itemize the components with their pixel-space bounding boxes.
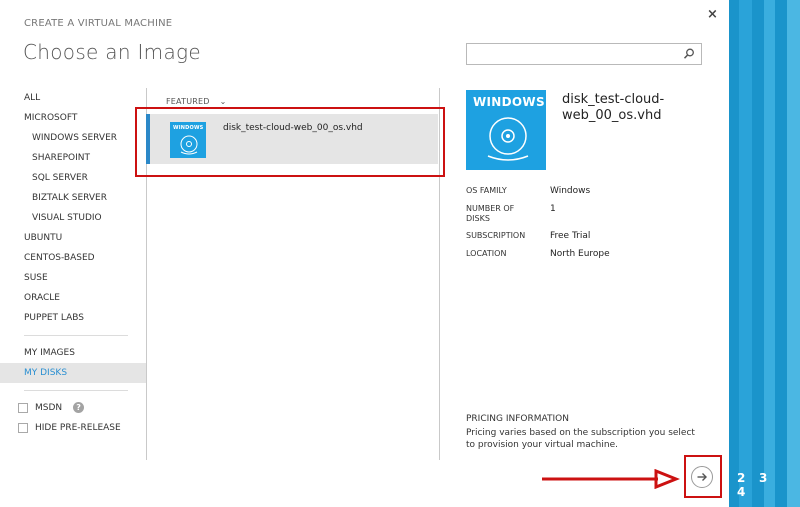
property-value: Free Trial [550, 231, 591, 241]
pricing-text: Pricing varies based on the subscription… [466, 428, 695, 450]
tile-label: WINDOWS [473, 95, 545, 109]
sidebar-divider [24, 335, 128, 336]
sort-label: FEATURED [166, 97, 210, 106]
hide-prerelease-label: HIDE PRE-RELEASE [35, 423, 121, 433]
sidebar-item-all[interactable]: ALL [0, 88, 146, 108]
sidebar-item-sharepoint[interactable]: SHAREPOINT [0, 148, 146, 168]
sidebar-item-my-disks[interactable]: MY DISKS [0, 363, 146, 383]
detail-image-name: disk_test-cloud-web_00_os.vhd [562, 92, 665, 123]
property-key: LOCATION [466, 249, 507, 258]
chevron-down-icon: ⌄ [219, 97, 227, 106]
detail-image-tile: WINDOWS [466, 90, 546, 170]
msdn-label: MSDN [35, 403, 63, 413]
property-key: NUMBER OF DISKS [466, 204, 515, 223]
property-row: LOCATION North Europe [466, 249, 696, 267]
sidebar-item-microsoft[interactable]: MICROSOFT [0, 108, 146, 128]
wizard-step-2[interactable]: 2 [737, 471, 759, 485]
image-properties: OS FAMILY Windows NUMBER OF DISKS 1 SUBS… [466, 186, 696, 267]
sidebar-item-sql-server[interactable]: SQL SERVER [0, 168, 146, 188]
property-row: SUBSCRIPTION Free Trial [466, 231, 696, 249]
search-input[interactable] [471, 45, 680, 66]
sidebar-item-windows-server[interactable]: WINDOWS SERVER [0, 128, 146, 148]
msdn-checkbox[interactable] [18, 403, 28, 413]
property-value: North Europe [550, 249, 610, 259]
property-row: NUMBER OF DISKS 1 [466, 204, 696, 231]
property-key: SUBSCRIPTION [466, 231, 526, 240]
property-key: OS FAMILY [466, 186, 507, 195]
pricing-title: PRICING INFORMATION [466, 414, 569, 424]
wizard-step-4[interactable]: 4 [737, 485, 759, 499]
wizard-steps-panel [729, 0, 800, 507]
sidebar-item-suse[interactable]: SUSE [0, 268, 146, 288]
property-value: 1 [550, 204, 556, 214]
panel-stripe [764, 0, 775, 507]
hide-prerelease-checkbox[interactable] [18, 423, 28, 433]
panel-stripe [787, 0, 800, 507]
sidebar-divider [24, 390, 128, 391]
close-icon: × [707, 7, 718, 22]
sidebar-item-centos-based[interactable]: CENTOS-BASED [0, 248, 146, 268]
sidebar-item-my-images[interactable]: MY IMAGES [0, 343, 146, 363]
category-sidebar: ALL MICROSOFT WINDOWS SERVER SHAREPOINT … [0, 88, 146, 438]
sidebar-item-puppet-labs[interactable]: PUPPET LABS [0, 308, 146, 328]
highlight-box [684, 455, 722, 498]
sidebar-item-ubuntu[interactable]: UBUNTU [0, 228, 146, 248]
panel-stripe [739, 0, 752, 507]
highlight-box [135, 107, 445, 177]
hide-prerelease-filter[interactable]: HIDE PRE-RELEASE [0, 418, 146, 438]
page-title: Choose an Image [23, 40, 201, 64]
disk-icon [487, 117, 529, 161]
wizard-step-numbers: 2 34 [737, 471, 800, 499]
sort-dropdown[interactable]: FEATURED ⌄ [166, 97, 227, 106]
close-button[interactable]: × [707, 7, 718, 22]
sidebar-item-oracle[interactable]: ORACLE [0, 288, 146, 308]
property-value: Windows [550, 186, 591, 196]
sidebar-item-biztalk-server[interactable]: BIZTALK SERVER [0, 188, 146, 208]
property-row: OS FAMILY Windows [466, 186, 696, 204]
search-box[interactable] [466, 43, 702, 66]
help-icon[interactable]: ? [73, 402, 85, 413]
wizard-title: CREATE A VIRTUAL MACHINE [24, 18, 173, 29]
wizard-step-3[interactable]: 3 [759, 471, 781, 485]
annotation-arrow [542, 469, 680, 489]
sidebar-item-visual-studio[interactable]: VISUAL STUDIO [0, 208, 146, 228]
search-icon[interactable] [682, 47, 696, 61]
msdn-filter[interactable]: MSDN ? [0, 398, 146, 418]
